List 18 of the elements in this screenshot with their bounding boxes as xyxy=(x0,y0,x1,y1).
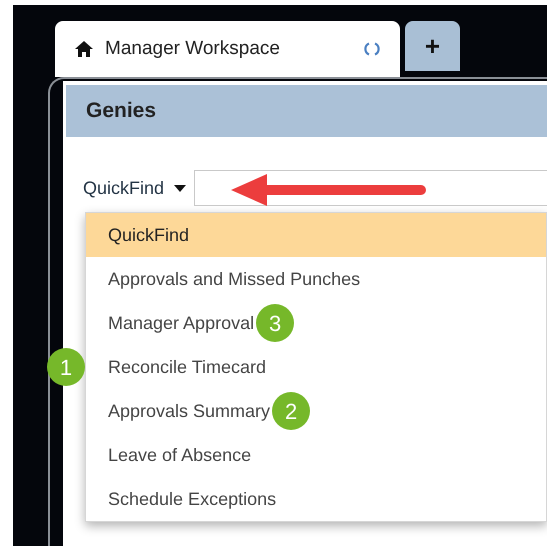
menu-item[interactable]: Manager Approval 3 xyxy=(86,301,546,345)
add-tab-button[interactable]: + xyxy=(405,21,460,71)
menu-item[interactable]: Reconcile Timecard xyxy=(86,345,546,389)
callout-badge: 2 xyxy=(272,392,310,430)
menu-item[interactable]: QuickFind xyxy=(86,213,546,257)
menu-item[interactable]: Leave of Absence xyxy=(86,433,546,477)
refresh-icon[interactable] xyxy=(364,40,380,58)
quickfind-dropdown[interactable]: QuickFind xyxy=(83,174,194,202)
search-input-field[interactable] xyxy=(194,170,547,206)
workspace-tab[interactable]: Manager Workspace xyxy=(55,21,400,77)
callout-badge: 1 xyxy=(47,348,85,386)
home-icon xyxy=(75,41,93,57)
caret-icon xyxy=(174,184,186,192)
menu-item[interactable]: Approvals and Missed Punches xyxy=(86,257,546,301)
callout-badge: 3 xyxy=(256,304,294,342)
menu-item[interactable]: Schedule Exceptions xyxy=(86,477,546,521)
panel-title: Genies xyxy=(86,98,156,124)
menu-item[interactable]: Approvals Summary 2 xyxy=(86,389,546,433)
